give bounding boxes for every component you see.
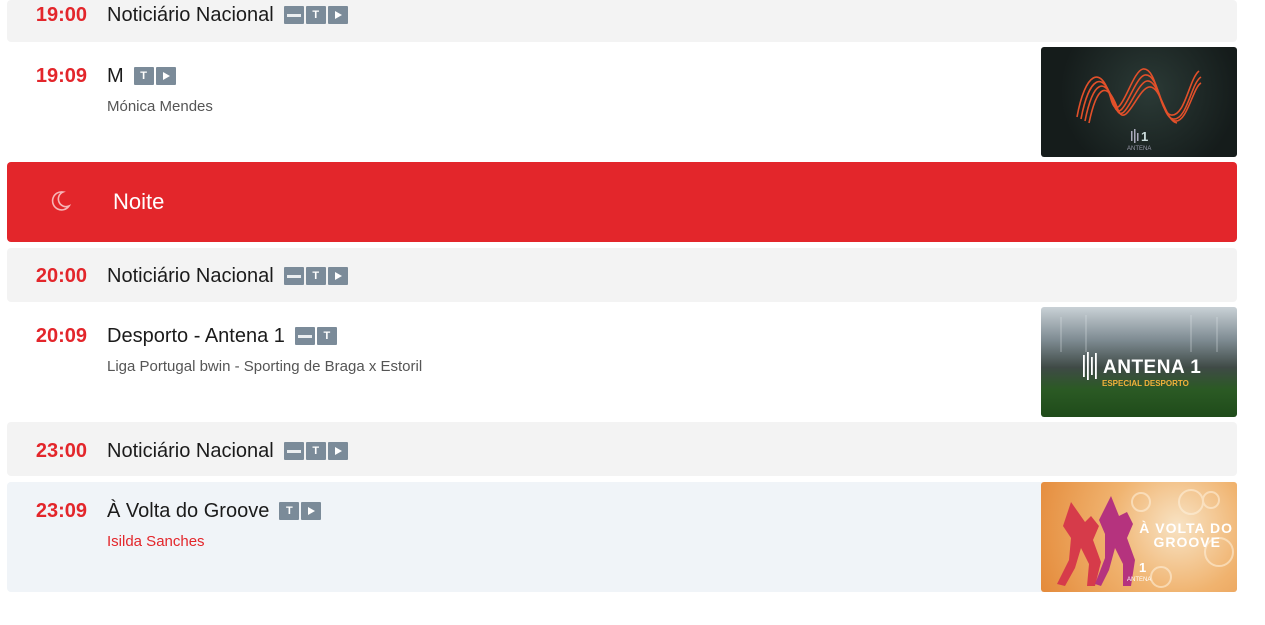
thumb-logo-line2: GROOVE	[1153, 534, 1221, 550]
program-title[interactable]: Noticiário Nacional	[107, 264, 274, 288]
program-badges: T	[133, 67, 176, 85]
thumb-logo-caption: ANTENA	[1127, 577, 1152, 583]
program-thumbnail[interactable]: À VOLTA DO GROOVE 1 ANTENA	[1041, 482, 1237, 592]
transcript-badge-icon: T	[279, 502, 300, 520]
program-title[interactable]: À Volta do Groove	[107, 499, 269, 523]
program-title-group: Noticiário Nacional T	[107, 264, 348, 288]
transcript-badge-icon: T	[305, 267, 326, 285]
transcript-badge-icon: T	[316, 327, 337, 345]
program-title-group: Desporto - Antena 1 T	[107, 324, 337, 348]
program-title-group: À Volta do Groove T	[107, 499, 322, 523]
rtp-play-badge-icon	[283, 267, 304, 285]
program-title[interactable]: Noticiário Nacional	[107, 439, 274, 463]
thumb-logo-text: ANTENA 1	[1103, 357, 1202, 378]
section-title: Noite	[113, 189, 165, 214]
moon-icon	[51, 190, 72, 217]
program-title-group: M T	[107, 64, 176, 88]
program-badges: T	[283, 6, 348, 24]
program-title[interactable]: Noticiário Nacional	[107, 3, 274, 27]
play-icon[interactable]	[327, 442, 348, 460]
program-title[interactable]: M	[107, 64, 124, 88]
program-time: 20:09	[35, 325, 87, 347]
program-badges: T	[283, 267, 348, 285]
transcript-badge-icon: T	[305, 442, 326, 460]
program-host[interactable]: Mónica Mendes	[107, 98, 213, 116]
schedule-row[interactable]: 19:09 M T Mónica Mendes 1 ANTENA	[7, 47, 1237, 157]
program-title[interactable]: Desporto - Antena 1	[107, 324, 285, 348]
program-badges: T	[279, 502, 322, 520]
program-time: 19:09	[35, 65, 87, 87]
thumb-logo-text: 1	[1139, 560, 1147, 575]
schedule-row[interactable]: 20:00 Noticiário Nacional T	[7, 248, 1237, 302]
program-thumbnail[interactable]: 1 ANTENA	[1041, 47, 1237, 157]
play-icon[interactable]	[327, 267, 348, 285]
program-description: Liga Portugal bwin - Sporting de Braga x…	[107, 358, 423, 375]
section-header-noite: Noite	[7, 162, 1237, 242]
thumb-logo-caption: ESPECIAL DESPORTO	[1102, 379, 1189, 388]
program-thumbnail[interactable]: ANTENA 1 ESPECIAL DESPORTO	[1041, 307, 1237, 417]
schedule-row[interactable]: 23:00 Noticiário Nacional T	[7, 422, 1237, 476]
rtp-play-badge-icon	[294, 327, 315, 345]
program-time: 20:00	[35, 265, 87, 287]
program-badges: T	[294, 327, 337, 345]
play-icon[interactable]	[327, 6, 348, 24]
m-logo-icon	[1076, 68, 1202, 143]
program-badges: T	[283, 442, 348, 460]
program-host[interactable]: Isilda Sanches	[107, 533, 205, 551]
program-time: 23:00	[35, 440, 87, 462]
thumb-logo-text: 1	[1141, 129, 1149, 144]
schedule-row[interactable]: 19:00 Noticiário Nacional T	[7, 0, 1237, 42]
transcript-badge-icon: T	[133, 67, 154, 85]
play-icon[interactable]	[155, 67, 176, 85]
rtp-play-badge-icon	[283, 6, 304, 24]
program-title-group: Noticiário Nacional T	[107, 3, 348, 27]
schedule-row[interactable]: 23:09 À Volta do Groove T Isilda Sanches…	[7, 482, 1237, 592]
transcript-badge-icon: T	[305, 6, 326, 24]
program-time: 23:09	[35, 500, 87, 522]
program-time: 19:00	[35, 4, 87, 26]
thumb-logo-caption: ANTENA	[1127, 146, 1152, 152]
rtp-play-badge-icon	[283, 442, 304, 460]
program-title-group: Noticiário Nacional T	[107, 439, 348, 463]
schedule-row[interactable]: 20:09 Desporto - Antena 1 T Liga Portuga…	[7, 307, 1237, 417]
play-icon[interactable]	[301, 502, 322, 520]
